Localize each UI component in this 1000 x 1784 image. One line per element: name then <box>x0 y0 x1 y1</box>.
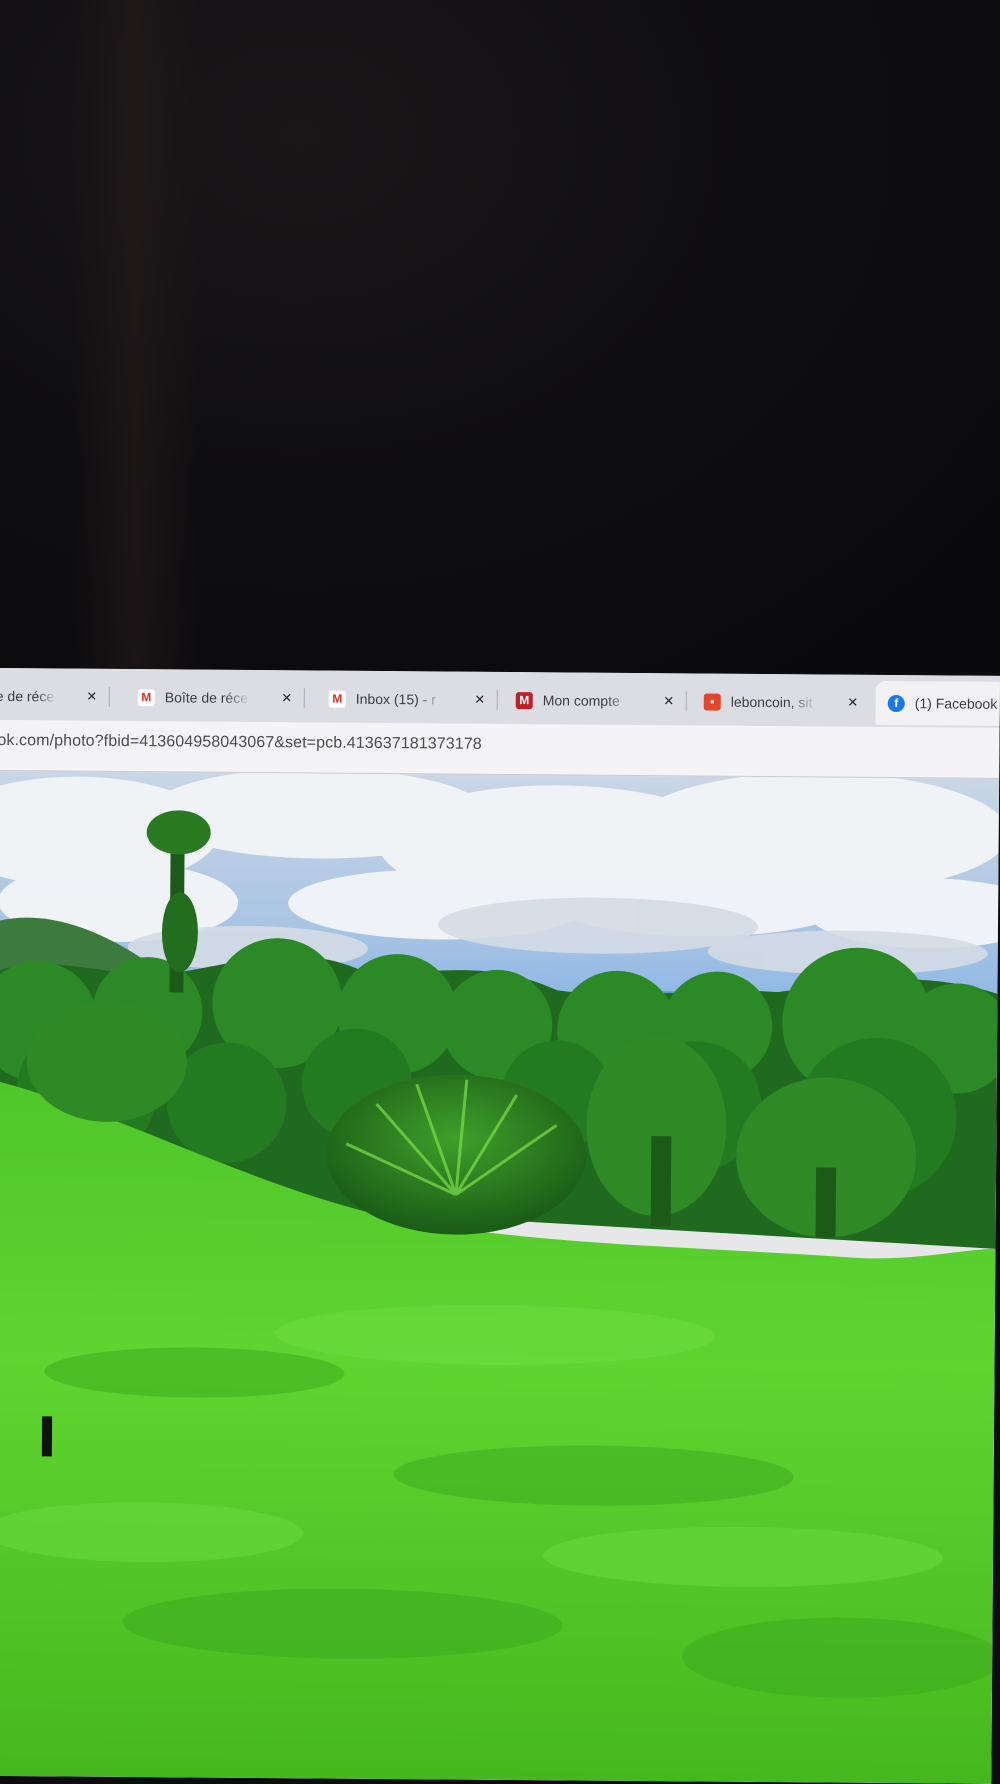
url-text[interactable]: ok.com/photo?fbid=413604958043067&set=pc… <box>0 732 482 754</box>
close-icon[interactable]: × <box>661 691 677 711</box>
gmail-icon: M <box>137 688 155 706</box>
landscape-image <box>0 770 1000 1784</box>
close-icon[interactable]: × <box>472 690 488 710</box>
leboncoin-icon: ▪ <box>703 693 721 711</box>
monitor-bezel-reflection <box>70 0 200 672</box>
close-icon[interactable]: × <box>84 687 100 707</box>
tab-label: Mon compte <box>542 692 620 709</box>
address-bar[interactable]: ok.com/photo?fbid=413604958043067&set=pc… <box>0 719 1000 779</box>
tab-label: Boîte de réce <box>164 689 249 706</box>
tab-gmail-inbox[interactable]: M Inbox (15) - r × <box>328 677 498 722</box>
close-icon[interactable]: × <box>845 693 861 713</box>
facebook-icon: f <box>887 694 905 712</box>
tab-separator <box>685 691 687 712</box>
tab-leboncoin[interactable]: ▪ leboncoin, sit × <box>703 680 861 725</box>
tab-gmail-1[interactable]: e de réce × <box>0 674 110 719</box>
facebook-photo[interactable] <box>0 770 1000 1784</box>
tab-separator <box>303 688 305 709</box>
mon-compte-icon: M <box>515 691 533 709</box>
tab-gmail-2[interactable]: M Boîte de réce × <box>137 675 305 720</box>
tab-strip: e de réce × M Boîte de réce × M Inbox (1… <box>0 668 1000 728</box>
tab-separator <box>496 689 498 710</box>
tab-label: leboncoin, sit <box>730 693 813 711</box>
tab-facebook[interactable]: f (1) Facebook <box>875 680 1000 727</box>
tab-label: (1) Facebook <box>914 695 998 712</box>
tab-label: e de réce <box>0 687 55 705</box>
gmail-icon: M <box>328 690 346 708</box>
tab-label: Inbox (15) - r <box>355 690 436 708</box>
tab-separator <box>108 686 110 707</box>
browser-window: e de réce × M Boîte de réce × M Inbox (1… <box>0 668 1000 1784</box>
close-icon[interactable]: × <box>279 688 295 708</box>
dark-background <box>0 0 1000 672</box>
tab-mon-compte[interactable]: M Mon compte × <box>515 678 687 723</box>
